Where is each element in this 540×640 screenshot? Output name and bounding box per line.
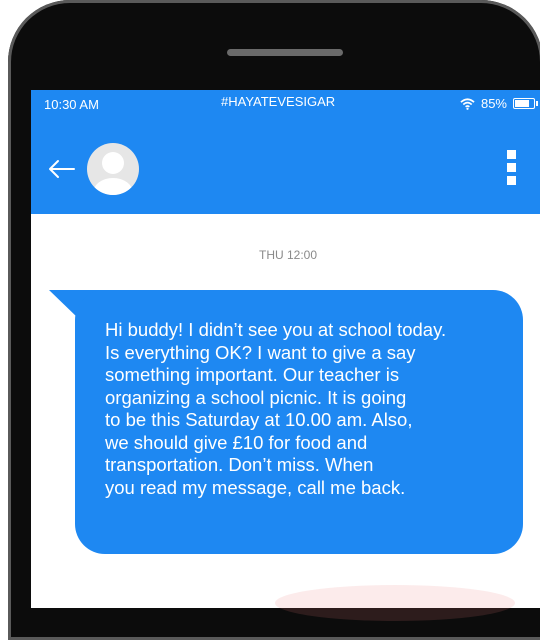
- phone-frame: 10:30 AM #HAYATEVESIGAR 85% THU 12:00 Hi…: [8, 0, 540, 640]
- phone-speaker: [227, 49, 343, 56]
- message-text: Hi buddy! I didn’t see you at school tod…: [105, 319, 447, 498]
- person-avatar-icon: [93, 152, 133, 195]
- battery-icon: [513, 98, 538, 109]
- arrow-left-icon[interactable]: [45, 157, 77, 181]
- vertical-dots-icon[interactable]: [507, 150, 517, 186]
- battery-percent: 85%: [480, 96, 507, 111]
- watermark-decoration: [275, 585, 515, 621]
- phone-screen: 10:30 AM #HAYATEVESIGAR 85% THU 12:00 Hi…: [31, 90, 540, 608]
- status-time: 10:30 AM: [44, 97, 99, 112]
- message-timestamp: THU 12:00: [258, 248, 318, 262]
- status-bar: 10:30 AM #HAYATEVESIGAR 85%: [31, 90, 540, 116]
- status-carrier: #HAYATEVESIGAR: [221, 94, 336, 109]
- status-indicators: 85%: [460, 96, 538, 111]
- contact-avatar[interactable]: [87, 143, 139, 195]
- wifi-icon: [460, 97, 475, 110]
- chat-header: [31, 116, 540, 214]
